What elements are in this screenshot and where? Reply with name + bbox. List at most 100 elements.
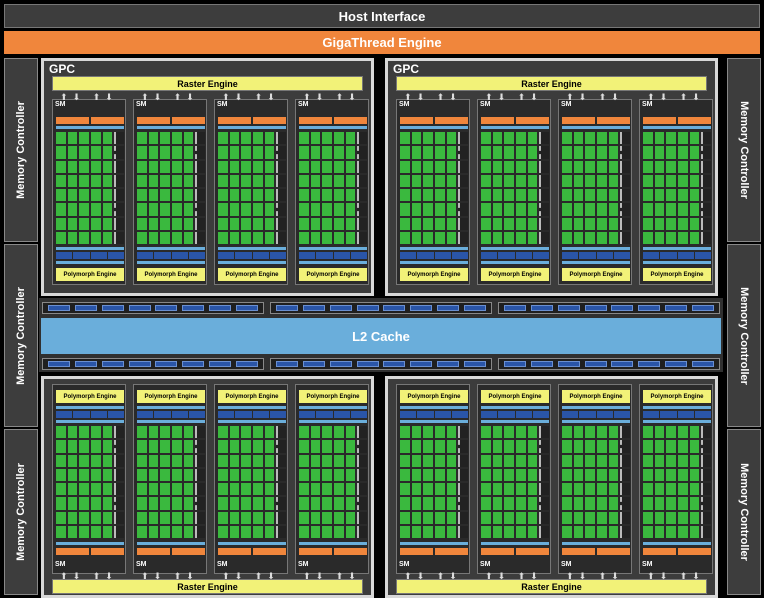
cuda-core (299, 217, 309, 230)
cuda-core (229, 203, 240, 216)
shared-memory (643, 406, 711, 409)
cuda-core (423, 189, 433, 202)
cuda-core (435, 525, 445, 538)
cuda-core (91, 203, 101, 216)
cuda-core-grid (137, 132, 205, 244)
cuda-core (689, 511, 700, 524)
sfu-unit (195, 468, 205, 481)
cuda-core (481, 203, 491, 216)
cuda-core (334, 174, 344, 187)
cuda-core (183, 160, 194, 173)
interconnect-arrows: ⬆⬇ ⬆⬇ (404, 571, 462, 581)
l2-cache-bank (638, 361, 661, 367)
cuda-core (160, 525, 170, 538)
warp-scheduler (643, 117, 676, 124)
cuda-core (492, 146, 503, 159)
cuda-core (241, 203, 251, 216)
texture-unit (188, 252, 205, 259)
cuda-core (229, 426, 240, 439)
texture-unit (171, 252, 188, 259)
cuda-core (516, 146, 526, 159)
cuda-core (654, 160, 665, 173)
cuda-core (597, 511, 607, 524)
l2-cache-bank (584, 361, 607, 367)
l2-cache-bank (155, 305, 178, 311)
cuda-core (678, 511, 688, 524)
dispatch-unit (516, 548, 549, 555)
cuda-core-grid (218, 132, 286, 244)
cuda-core (573, 454, 584, 467)
interconnect-arrows: ⬆⬇ ⬆⬇ (647, 571, 705, 581)
cuda-core (492, 426, 503, 439)
texture-unit (660, 411, 677, 418)
streaming-multiprocessor: SM Polymorph Engine (214, 384, 288, 574)
texture-unit (252, 411, 269, 418)
cuda-core (400, 203, 410, 216)
cuda-core (481, 426, 491, 439)
cuda-core (137, 483, 147, 496)
dispatch-unit (516, 117, 549, 124)
cuda-core (562, 468, 572, 481)
cuda-core (172, 160, 182, 173)
cuda-core (310, 511, 321, 524)
memory-controller-label: Memory Controller (15, 286, 27, 385)
shared-memory (56, 406, 124, 409)
cuda-core (345, 511, 356, 524)
cuda-core (183, 497, 194, 510)
l2-cache-bank (101, 361, 124, 367)
cuda-core (102, 189, 113, 202)
cuda-core (423, 483, 433, 496)
cuda-core (492, 174, 503, 187)
cuda-core (160, 497, 170, 510)
texture-unit (400, 252, 417, 259)
polymorph-engine: Polymorph Engine (218, 390, 286, 403)
cuda-core (689, 203, 700, 216)
cuda-core (423, 454, 433, 467)
cuda-core-grid (56, 426, 124, 538)
cuda-core (666, 497, 676, 510)
cuda-core (608, 231, 619, 244)
cuda-core (264, 203, 275, 216)
cuda-core (67, 511, 78, 524)
cuda-core (264, 132, 275, 145)
interconnect-network (562, 420, 630, 423)
cuda-core (527, 511, 538, 524)
l2-cache-slice (270, 302, 492, 314)
warp-scheduler (481, 548, 514, 555)
sfu-unit (276, 440, 286, 453)
cuda-core (562, 231, 572, 244)
sfu-unit (620, 440, 630, 453)
memory-controller-label: Memory Controller (15, 463, 27, 561)
texture-unit (660, 252, 677, 259)
register-file (137, 126, 205, 129)
warp-scheduler (218, 117, 251, 124)
cuda-core (654, 146, 665, 159)
cuda-core (608, 203, 619, 216)
sfu-unit (276, 426, 286, 439)
cuda-core (322, 525, 332, 538)
gpc: GPC Raster Engine SM Polymorph Engine ⬆⬇ ⬆⬇ S… (385, 58, 718, 296)
dispatch-unit (172, 117, 205, 124)
cuda-core (91, 440, 101, 453)
sfu-unit (276, 454, 286, 467)
cuda-core (345, 146, 356, 159)
sfu-unit (701, 468, 711, 481)
cuda-core (446, 525, 457, 538)
sfu-unit (195, 511, 205, 524)
cuda-core (218, 189, 228, 202)
polymorph-engine: Polymorph Engine (137, 268, 205, 281)
cuda-core (527, 483, 538, 496)
streaming-multiprocessor: SM Polymorph Engine (52, 99, 126, 285)
cuda-core (411, 132, 422, 145)
cuda-core (148, 511, 159, 524)
cuda-core (137, 146, 147, 159)
sfu-unit (357, 203, 367, 216)
cuda-core (310, 231, 321, 244)
cuda-core (160, 511, 170, 524)
l2-cache-bank (356, 361, 379, 367)
cuda-core (56, 483, 66, 496)
cuda-core (241, 454, 251, 467)
interconnect-network (137, 420, 205, 423)
cuda-core (160, 454, 170, 467)
register-file (299, 542, 367, 545)
